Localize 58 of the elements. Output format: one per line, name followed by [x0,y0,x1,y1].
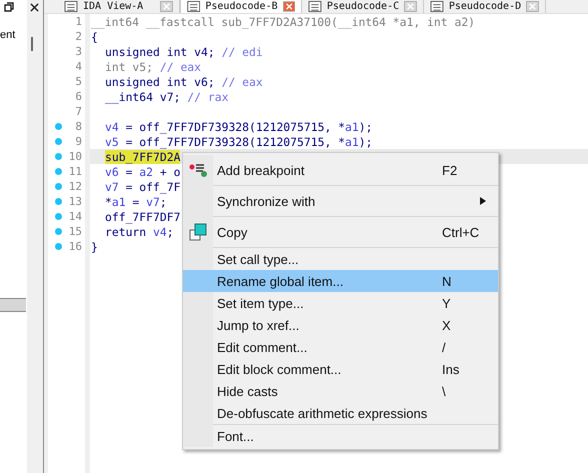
tab[interactable]: Pseudocode-C [302,0,424,13]
code-line: __int64 v7; // rax [105,90,228,104]
menu-item[interactable]: Set item type... Y [183,292,498,314]
document-icon [187,1,200,12]
menu-item[interactable]: Hide casts \ [183,380,498,402]
code-line: { [91,30,98,44]
close-icon[interactable] [30,3,39,12]
line-number: 9 [74,135,83,148]
document-icon [64,1,78,12]
code-line: v5 = off_7FF7DF739328(1212075715, *a1); [105,134,372,148]
line-number: 13 [68,195,83,208]
code-line: *a1 = v7; [105,194,167,208]
line-number: 5 [74,75,83,88]
code-line: v4 = off_7FF7DF739328(1212075715, *a1); [105,120,372,134]
tab[interactable]: Pseudocode-B [180,0,302,13]
line-number: 4 [74,60,83,73]
menu-item[interactable]: Copy Ctrl+C [183,217,498,247]
restore-icon[interactable] [4,2,14,12]
menu-item[interactable]: Synchronize with [183,186,498,216]
code-line: return v4; [105,224,174,238]
breakpoint-icon [189,162,207,178]
line-number: 7 [74,105,83,118]
menu-item[interactable]: Edit comment... / [183,336,498,358]
code-line: } [91,240,98,254]
menu-item[interactable]: Rename global item... N [183,270,498,292]
document-icon [430,1,444,12]
line-number: 6 [74,90,83,103]
code-line: int v5; // eax [105,60,202,74]
line-number: 16 [68,240,83,253]
menu-item[interactable]: Edit block comment... Ins [183,358,498,380]
menu-item[interactable]: Jump to xref... X [183,314,498,336]
tab[interactable]: Pseudocode-D [424,0,546,13]
copy-icon [189,223,207,241]
scrollbar-thumb[interactable] [31,37,33,51]
code-line: unsigned int v4; // edi [105,44,263,58]
line-number: 15 [68,225,83,238]
line-number: 14 [68,210,83,223]
document-icon [308,1,322,12]
line-number: 11 [68,165,83,178]
menu-item[interactable]: Set call type... [183,248,498,270]
line-number: 1 [74,15,83,28]
menu-item[interactable]: Add breakpoint F2 [183,155,498,185]
code-line: __int64 __fastcall sub_7FF7D2A37100(__int64 *a1, int a2) [91,14,476,28]
line-number: 3 [74,45,83,58]
list-item[interactable]: ent [0,26,27,45]
menu-item[interactable]: De-obfuscate arithmetic expressions [183,402,498,424]
code-line: v7 = off_7F [105,180,180,194]
line-number: 10 [68,150,83,163]
tab[interactable]: IDA View-A [58,0,180,13]
code-line: v6 = a2 + o [105,164,180,178]
line-number: 8 [74,120,83,133]
scrollbar-thumb[interactable] [0,298,26,312]
code-line: off_7FF7DF7 [105,210,180,224]
line-number: 2 [74,30,83,43]
submenu-arrow-icon [480,197,486,205]
code-line: unsigned int v6; // eax [105,74,263,88]
menu-item[interactable]: Font... [183,425,498,447]
line-number: 12 [68,180,83,193]
